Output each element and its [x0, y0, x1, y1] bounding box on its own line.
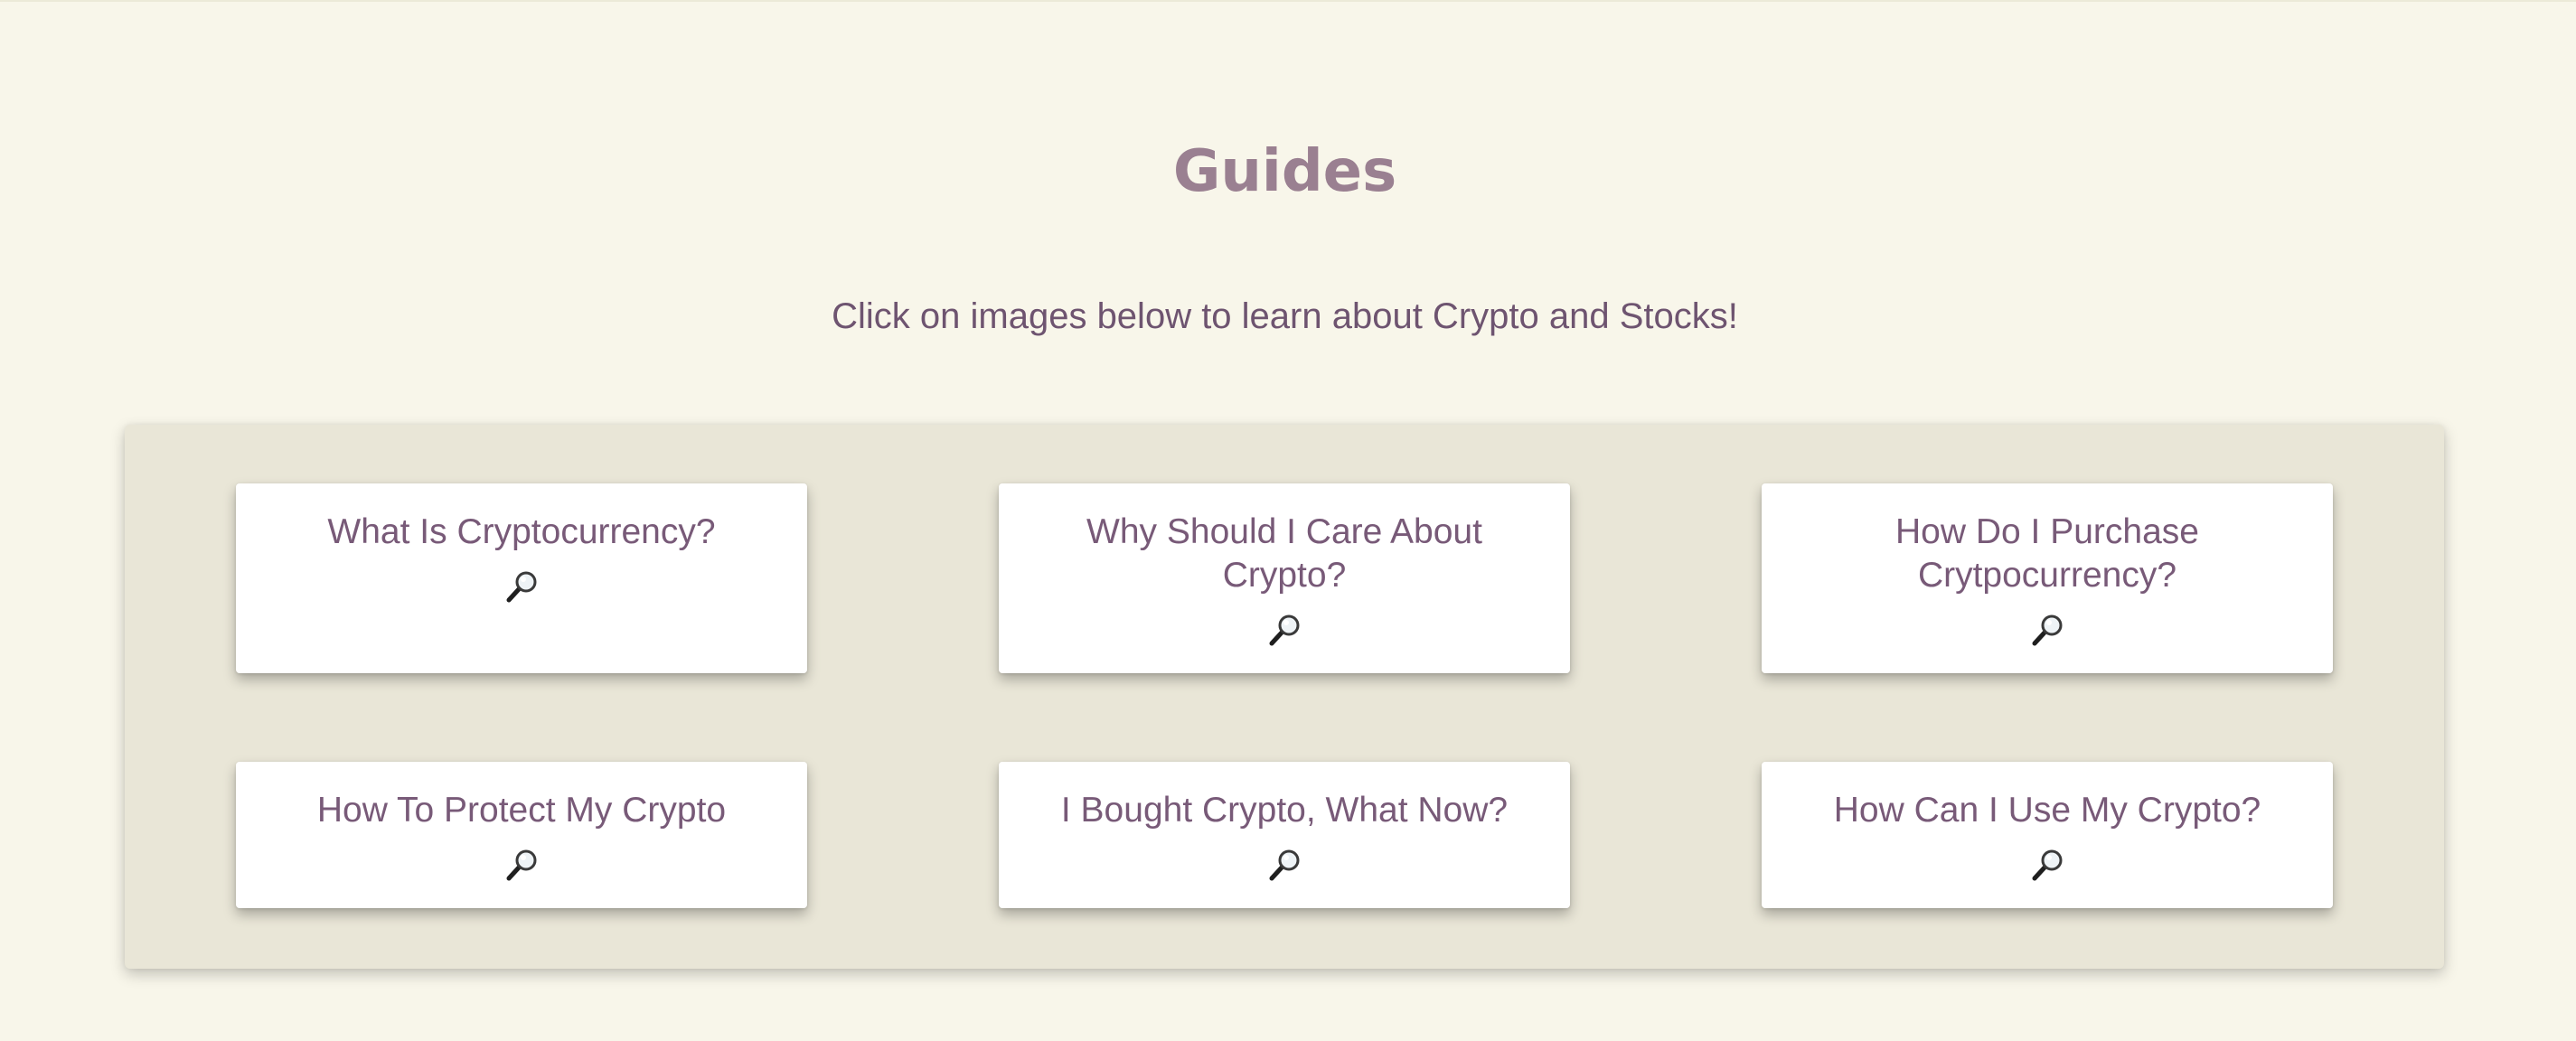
- guide-card-title: How Can I Use My Crypto?: [1833, 791, 2261, 830]
- magnifying-glass-icon: [506, 571, 537, 603]
- guide-card-use-crypto[interactable]: How Can I Use My Crypto?: [1762, 762, 2333, 908]
- top-divider: [0, 0, 2576, 2]
- guide-card-title: What Is Cryptocurrency?: [327, 512, 716, 551]
- guides-panel: What Is Cryptocurrency? Why Should I Car…: [125, 425, 2444, 969]
- magnifying-glass-icon: [506, 849, 537, 881]
- guide-card-protect-crypto[interactable]: How To Protect My Crypto: [236, 762, 807, 908]
- page-subtitle: Click on images below to learn about Cry…: [832, 296, 1738, 336]
- page-title: Guides: [1172, 138, 1397, 205]
- magnifying-glass-icon: [2032, 614, 2063, 646]
- guide-card-title: Why Should I Care About Crypto?: [1086, 512, 1482, 595]
- guide-card-how-purchase-crypto[interactable]: How Do I Purchase Crytpocurrency?: [1762, 483, 2333, 673]
- magnifying-glass-icon: [2032, 849, 2063, 881]
- guide-card-title: How To Protect My Crypto: [316, 791, 727, 830]
- guide-card-bought-crypto-what-now[interactable]: I Bought Crypto, What Now?: [999, 762, 1570, 908]
- magnifying-glass-icon: [1269, 614, 1300, 646]
- guide-card-what-is-cryptocurrency[interactable]: What Is Cryptocurrency?: [236, 483, 807, 673]
- guide-card-title: How Do I Purchase Crytpocurrency?: [1895, 512, 2199, 595]
- guide-card-title: I Bought Crypto, What Now?: [1060, 791, 1509, 830]
- magnifying-glass-icon: [1269, 849, 1300, 881]
- guide-card-why-care-about-crypto[interactable]: Why Should I Care About Crypto?: [999, 483, 1570, 673]
